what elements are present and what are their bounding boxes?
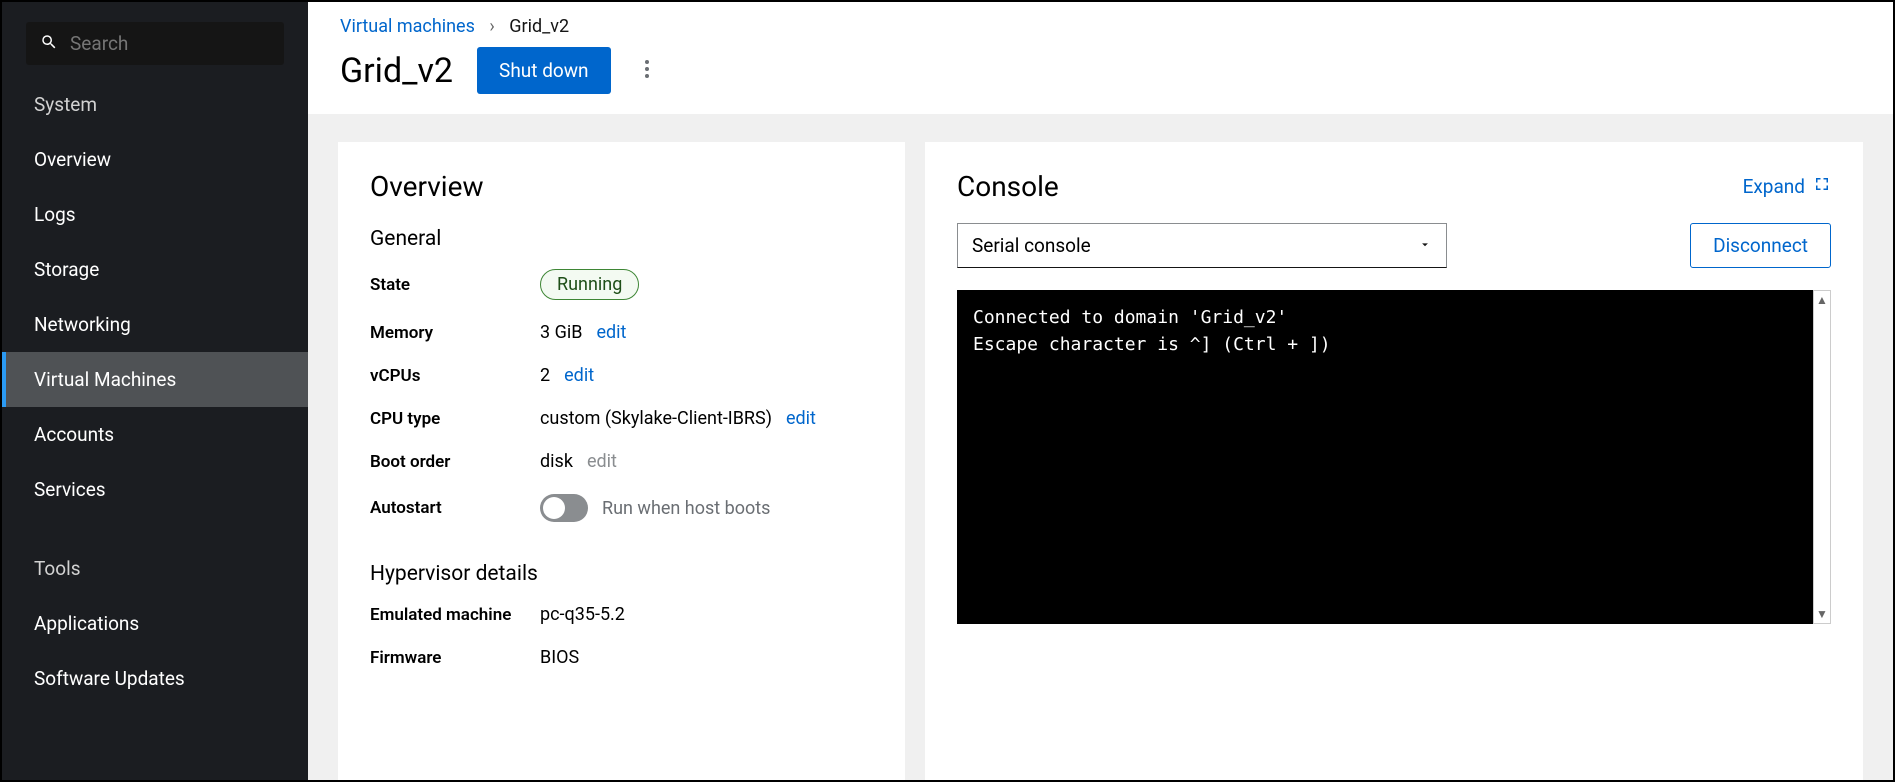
vcpus-edit-link[interactable]: edit bbox=[564, 365, 594, 386]
sidebar-item-logs[interactable]: Logs bbox=[2, 187, 308, 242]
terminal-scrollbar[interactable]: ▲ ▼ bbox=[1813, 290, 1831, 624]
state-label: State bbox=[370, 275, 540, 295]
sidebar-item-overview[interactable]: Overview bbox=[2, 132, 308, 187]
general-heading: General bbox=[370, 227, 873, 251]
page-header: Grid_v2 Shut down bbox=[308, 43, 1893, 114]
memory-label: Memory bbox=[370, 323, 540, 343]
sidebar-search[interactable] bbox=[26, 22, 284, 65]
main-content: Virtual machines › Grid_v2 Grid_v2 Shut … bbox=[308, 2, 1893, 780]
hypervisor-heading: Hypervisor details bbox=[370, 562, 873, 586]
sidebar-item-networking[interactable]: Networking bbox=[2, 297, 308, 352]
breadcrumb-current: Grid_v2 bbox=[509, 16, 569, 37]
cputype-edit-link[interactable]: edit bbox=[786, 408, 816, 429]
cputype-value: custom (Skylake-Client-IBRS) bbox=[540, 408, 772, 429]
status-badge: Running bbox=[540, 269, 639, 300]
firmware-label: Firmware bbox=[370, 648, 540, 668]
expand-label: Expand bbox=[1743, 175, 1805, 198]
memory-value: 3 GiB bbox=[540, 322, 582, 343]
sidebar-item-virtual-machines[interactable]: Virtual Machines bbox=[2, 352, 308, 407]
console-type-select-input[interactable]: Serial console bbox=[958, 224, 1446, 267]
sidebar-item-storage[interactable]: Storage bbox=[2, 242, 308, 297]
search-icon bbox=[40, 33, 70, 55]
firmware-value: BIOS bbox=[540, 647, 579, 668]
search-input[interactable] bbox=[70, 32, 270, 55]
console-heading: Console bbox=[957, 170, 1059, 203]
emulated-machine-label: Emulated machine bbox=[370, 605, 540, 625]
chevron-right-icon: › bbox=[489, 16, 494, 37]
expand-button[interactable]: Expand bbox=[1743, 175, 1831, 198]
autostart-note: Run when host boots bbox=[602, 498, 770, 519]
scroll-up-icon[interactable]: ▲ bbox=[1816, 291, 1828, 309]
autostart-label: Autostart bbox=[370, 498, 540, 518]
autostart-toggle[interactable] bbox=[540, 494, 588, 522]
disconnect-button[interactable]: Disconnect bbox=[1690, 223, 1831, 268]
kebab-menu-button[interactable] bbox=[635, 57, 659, 85]
shut-down-button[interactable]: Shut down bbox=[477, 47, 610, 94]
vcpus-value: 2 bbox=[540, 365, 550, 386]
sidebar-item-applications[interactable]: Applications bbox=[2, 596, 308, 651]
breadcrumb-root[interactable]: Virtual machines bbox=[340, 16, 475, 37]
console-card: Console Expand Serial console bbox=[925, 142, 1863, 780]
boot-order-edit-link[interactable]: edit bbox=[587, 451, 617, 472]
sidebar: System Overview Logs Storage Networking … bbox=[2, 2, 308, 780]
scroll-down-icon[interactable]: ▼ bbox=[1816, 605, 1828, 623]
vcpus-label: vCPUs bbox=[370, 366, 540, 386]
expand-icon bbox=[1813, 175, 1831, 198]
nav-section-tools: Tools bbox=[2, 541, 308, 596]
breadcrumb: Virtual machines › Grid_v2 bbox=[308, 2, 1893, 43]
boot-order-label: Boot order bbox=[370, 452, 540, 472]
overview-card: Overview General State Running Memory 3 … bbox=[338, 142, 905, 780]
terminal-wrap: Connected to domain 'Grid_v2' Escape cha… bbox=[957, 290, 1831, 624]
sidebar-item-accounts[interactable]: Accounts bbox=[2, 407, 308, 462]
sidebar-item-services[interactable]: Services bbox=[2, 462, 308, 517]
sidebar-item-software-updates[interactable]: Software Updates bbox=[2, 651, 308, 706]
overview-heading: Overview bbox=[370, 170, 873, 203]
cputype-label: CPU type bbox=[370, 409, 540, 429]
console-type-select[interactable]: Serial console bbox=[957, 223, 1447, 268]
page-title: Grid_v2 bbox=[340, 51, 453, 91]
nav-section-system: System bbox=[2, 77, 308, 132]
emulated-machine-value: pc-q35-5.2 bbox=[540, 604, 625, 625]
terminal-output[interactable]: Connected to domain 'Grid_v2' Escape cha… bbox=[957, 290, 1813, 624]
boot-order-value: disk bbox=[540, 451, 573, 472]
memory-edit-link[interactable]: edit bbox=[596, 322, 626, 343]
